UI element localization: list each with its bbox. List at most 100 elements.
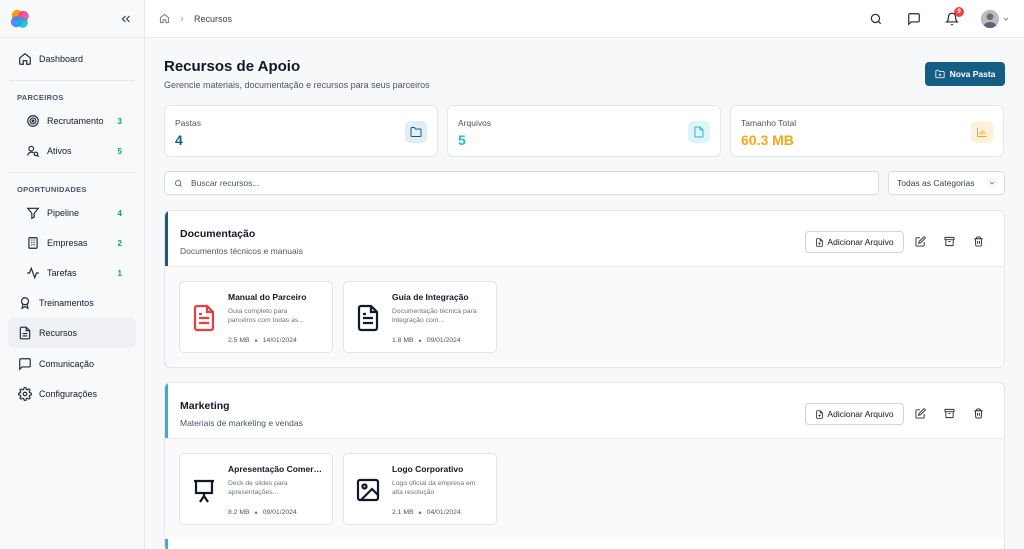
sidebar-item-recursos[interactable]: Recursos <box>8 318 136 348</box>
file-name: Logo Corporativo <box>392 464 464 474</box>
breadcrumb-current: Recursos <box>194 13 233 24</box>
app-logo[interactable] <box>9 8 31 30</box>
folder-name: Marketing <box>180 400 230 412</box>
file-date: 09/01/2024 <box>262 509 297 516</box>
sidebar-item-label: Tarefas <box>47 268 77 278</box>
folder-icon <box>405 121 427 143</box>
sidebar-item-label: Pipeline <box>47 208 80 218</box>
sidebar-item-comunicacao[interactable]: Comunicação <box>0 349 144 379</box>
file-card[interactable]: Guia de Integração Documentação técnica … <box>343 281 497 353</box>
file-meta: 8.2 MB • 09/01/2024 <box>228 507 297 518</box>
add-file-button[interactable]: Adicionar Arquivo <box>805 231 904 253</box>
count-badge: 1 <box>117 268 122 278</box>
archive-icon[interactable] <box>944 236 955 247</box>
count-badge: 5 <box>117 146 122 156</box>
search-input[interactable] <box>191 178 871 188</box>
file-date: 14/01/2024 <box>262 337 297 344</box>
search-icon <box>175 179 182 187</box>
sidebar-item-treinamentos[interactable]: Treinamentos <box>0 288 144 318</box>
sidebar-item-ativos[interactable]: Ativos 5 <box>0 136 144 166</box>
new-folder-button[interactable]: Nova Pasta <box>925 62 1005 86</box>
message-icon <box>19 358 31 371</box>
file-description: Logo oficial da empresa em alta resoluçã… <box>392 480 476 496</box>
file-date: 04/01/2024 <box>426 509 461 516</box>
file-card[interactable]: Logo Corporativo Logo oficial da empresa… <box>343 453 497 525</box>
sidebar-item-label: Ativos <box>47 146 72 156</box>
file-text-icon <box>357 304 379 332</box>
file-list: Manual do Parceiro Guia completo para pa… <box>165 267 1004 367</box>
image-icon <box>356 478 380 502</box>
sidebar-item-label: Recrutamento <box>47 116 104 126</box>
folder-description: Materiais de marketing e vendas <box>180 418 303 428</box>
sidebar-item-tarefas[interactable]: Tarefas 1 <box>0 258 144 288</box>
file-card[interactable]: Manual do Parceiro Guia completo para pa… <box>179 281 333 353</box>
trash-icon[interactable] <box>973 236 984 247</box>
sidebar-item-label: Recursos <box>39 328 78 338</box>
file-name: Manual do Parceiro <box>228 292 307 302</box>
home-icon[interactable] <box>159 13 170 24</box>
sidebar-item-dashboard[interactable]: Dashboard <box>0 44 144 74</box>
user-search-icon <box>27 145 40 158</box>
target-icon <box>27 115 39 127</box>
user-menu[interactable] <box>981 9 1010 28</box>
page-subtitle: Gerencie materiais, documentação e recur… <box>164 80 430 90</box>
stat-label: Arquivos <box>458 118 492 128</box>
folder-header: Marketing Materiais de marketing e venda… <box>165 383 1004 439</box>
count-badge: 2 <box>117 238 122 248</box>
file-meta: 1.8 MB • 09/01/2024 <box>392 335 461 346</box>
file-card[interactable]: Apresentação Comercial Deck de slides pa… <box>179 453 333 525</box>
file-plus-icon <box>816 409 824 419</box>
sidebar-item-label: Comunicação <box>39 359 95 369</box>
file-text-icon <box>193 304 215 332</box>
edit-icon[interactable] <box>915 408 926 419</box>
sidebar-divider <box>9 172 135 173</box>
sidebar-item-pipeline[interactable]: Pipeline 4 <box>0 198 144 228</box>
folder-card-documentacao: Documentação Documentos técnicos e manua… <box>164 210 1005 368</box>
file-description: Documentação técnica para integração com… <box>392 308 477 324</box>
activity-icon <box>27 266 39 280</box>
file-meta: 2.1 MB • 04/01/2024 <box>392 507 461 518</box>
file-name: Guia de Integração <box>392 292 469 302</box>
add-file-label: Adicionar Arquivo <box>827 409 894 419</box>
add-file-button[interactable]: Adicionar Arquivo <box>805 403 904 425</box>
file-size: 8.2 MB <box>228 509 250 516</box>
file-text-icon <box>19 326 31 340</box>
archive-icon[interactable] <box>944 408 955 419</box>
sidebar-item-empresas[interactable]: Empresas 2 <box>0 228 144 258</box>
sidebar-item-label: Empresas <box>47 238 88 248</box>
sidebar: Dashboard PARCEIROS Recrutamento 3 Ativo… <box>0 0 145 549</box>
notification-badge: 9 <box>954 6 964 17</box>
file-date: 09/01/2024 <box>426 337 461 344</box>
folder-header: Documentação Documentos técnicos e manua… <box>165 211 1004 267</box>
search-field[interactable] <box>164 171 879 195</box>
count-badge: 4 <box>117 208 122 218</box>
file-meta: 2.5 MB • 14/01/2024 <box>228 335 297 346</box>
category-select-value: Todas as Categorias <box>897 178 975 188</box>
building-icon <box>28 237 38 249</box>
sidebar-divider <box>9 80 135 81</box>
sidebar-item-configuracoes[interactable]: Configurações <box>0 379 144 409</box>
folder-description: Documentos técnicos e manuais <box>180 246 303 256</box>
category-select[interactable]: Todas as Categorias <box>888 171 1005 195</box>
stat-label: Tamanho Total <box>741 118 797 128</box>
chevron-down-icon <box>989 181 995 185</box>
folder-name: Documentação <box>180 228 256 240</box>
new-folder-label: Nova Pasta <box>949 69 996 79</box>
file-size: 1.8 MB <box>392 337 414 344</box>
messages-icon[interactable] <box>907 12 921 26</box>
stat-label: Pastas <box>175 118 201 128</box>
search-icon[interactable] <box>869 12 883 26</box>
trash-icon[interactable] <box>973 408 984 419</box>
folder-card-marketing: Marketing Materiais de marketing e venda… <box>164 382 1005 549</box>
stat-card-files: Arquivos 5 <box>447 105 721 157</box>
file-name: Apresentação Comercial <box>228 464 324 474</box>
sidebar-item-label: Treinamentos <box>39 298 94 308</box>
notifications-button[interactable]: 9 <box>945 6 964 26</box>
file-description: Deck de slides para apresentações... <box>228 480 288 496</box>
file-icon <box>688 121 710 143</box>
page-title: Recursos de Apoio <box>164 58 301 75</box>
edit-icon[interactable] <box>915 236 926 247</box>
sidebar-item-recrutamento[interactable]: Recrutamento 3 <box>0 106 144 136</box>
gear-icon <box>18 387 32 401</box>
collapse-sidebar-icon[interactable] <box>119 12 133 26</box>
